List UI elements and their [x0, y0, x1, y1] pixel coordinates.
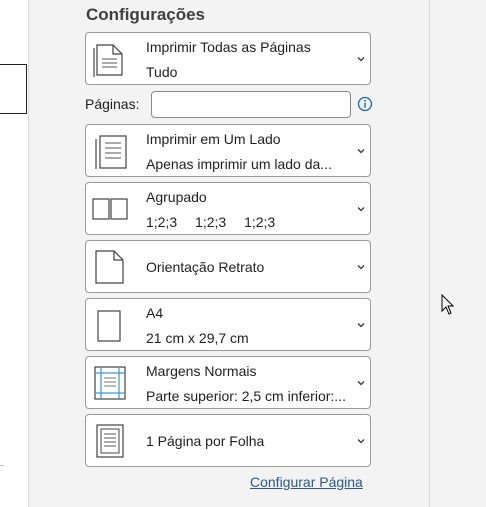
pages-row: Páginas:: [85, 90, 375, 120]
pages-per-sheet-title: 1 Página por Folha: [146, 432, 265, 449]
collated-icon: [92, 197, 128, 220]
margins-dropdown[interactable]: Margens Normais Parte superior: 2,5 cm i…: [85, 356, 371, 409]
orientation-title: Orientação Retrato: [146, 258, 265, 275]
pages-input[interactable]: [151, 91, 351, 118]
chevron-down-icon: [357, 56, 365, 61]
collate-title: Agrupado: [146, 189, 207, 205]
collate-dropdown[interactable]: Agrupado 1;2;3 1;2;3 1;2;3: [85, 182, 371, 235]
preview-tick: [0, 465, 4, 466]
print-preview-pane: [0, 0, 29, 507]
margins-title: Margens Normais: [146, 363, 257, 379]
paper-size-subtitle: 21 cm x 29,7 cm: [146, 330, 249, 346]
preview-page-edge: [0, 64, 27, 114]
collate-sequence: 1;2;3 1;2;3 1;2;3: [146, 214, 289, 230]
pages-stack-icon: [93, 43, 123, 77]
chevron-down-icon: [357, 322, 365, 327]
collate-seq-1: 1;2;3: [146, 214, 178, 230]
chevron-down-icon: [357, 206, 365, 211]
paper-size-icon: [97, 309, 121, 342]
chevron-down-icon: [357, 438, 365, 443]
chevron-down-icon: [357, 148, 365, 153]
info-icon[interactable]: [357, 96, 373, 112]
collate-seq-2: 1;2;3: [195, 214, 227, 230]
paper-size-dropdown[interactable]: A4 21 cm x 29,7 cm: [85, 298, 371, 351]
paper-size-title: A4: [146, 305, 164, 321]
pages-per-sheet-dropdown[interactable]: 1 Página por Folha: [85, 414, 371, 467]
print-range-subtitle: Tudo: [146, 64, 178, 80]
margins-icon: [94, 365, 126, 400]
preview-area: [430, 0, 486, 507]
collate-seq-3: 1;2;3: [244, 214, 276, 230]
print-sides-title: Imprimir em Um Lado: [146, 131, 281, 147]
print-range-dropdown[interactable]: Imprimir Todas as Páginas Tudo: [85, 32, 371, 85]
mouse-cursor-icon: [441, 294, 455, 315]
portrait-page-icon: [95, 249, 124, 284]
pages-per-sheet-icon: [96, 423, 124, 458]
one-sided-print-icon: [95, 134, 127, 169]
orientation-dropdown[interactable]: Orientação Retrato: [85, 240, 371, 293]
page-setup-link[interactable]: Configurar Página: [250, 474, 363, 490]
pages-label: Páginas:: [85, 96, 140, 112]
print-sides-dropdown[interactable]: Imprimir em Um Lado Apenas imprimir um l…: [85, 124, 371, 177]
chevron-down-icon: [357, 264, 365, 269]
settings-title: Configurações: [86, 5, 206, 24]
margins-subtitle: Parte superior: 2,5 cm inferior:...: [146, 388, 346, 404]
print-sides-subtitle: Apenas imprimir um lado da...: [146, 156, 332, 172]
print-range-title: Imprimir Todas as Páginas: [146, 39, 311, 55]
chevron-down-icon: [357, 380, 365, 385]
